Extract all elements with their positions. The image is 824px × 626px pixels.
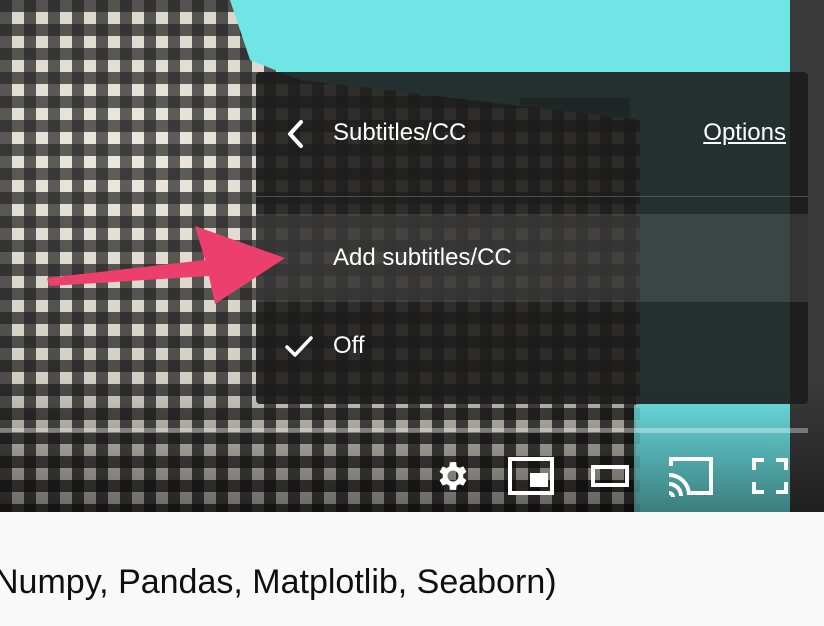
menu-item-label: Off	[333, 332, 365, 359]
options-link[interactable]: Options	[703, 118, 786, 148]
checkmark-icon	[285, 336, 313, 357]
gear-icon	[439, 462, 467, 490]
cast-icon	[668, 457, 713, 498]
menu-item-label: Add subtitles/CC	[333, 244, 512, 271]
back-button[interactable]	[278, 116, 314, 152]
miniplayer-icon	[508, 457, 554, 495]
menu-item-off[interactable]: Off	[256, 302, 808, 390]
progress-bar[interactable]	[0, 428, 808, 433]
settings-button[interactable]	[430, 452, 476, 500]
video-title: Numpy, Pandas, Matplotlib, Seaborn)	[0, 563, 557, 601]
fullscreen-button[interactable]	[744, 452, 796, 500]
chevron-left-icon	[288, 120, 303, 148]
menu-title: Subtitles/CC	[333, 119, 467, 146]
fullscreen-icon	[752, 458, 788, 494]
menu-header: Subtitles/CC Options	[256, 72, 808, 197]
theater-mode-button[interactable]	[584, 452, 636, 500]
miniplayer-button[interactable]	[500, 452, 562, 500]
video-player[interactable]: Subtitles/CC Options Add subtitles/CC Of…	[0, 0, 824, 512]
settings-menu: Subtitles/CC Options Add subtitles/CC Of…	[256, 72, 808, 404]
theater-mode-icon	[591, 465, 629, 487]
cast-button[interactable]	[658, 452, 722, 500]
menu-item-add-subtitles[interactable]: Add subtitles/CC	[256, 214, 808, 302]
